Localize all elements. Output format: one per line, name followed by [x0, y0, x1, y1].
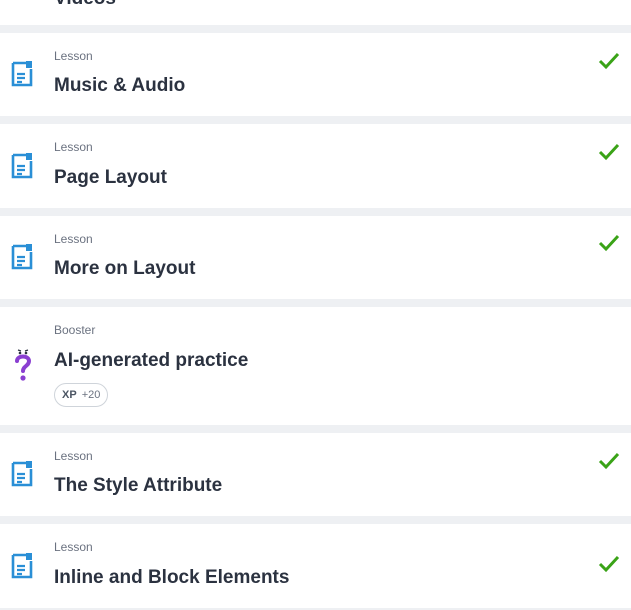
- checkmark-icon: [598, 555, 620, 573]
- lesson-title: More on Layout: [54, 258, 196, 279]
- lesson-card-page-layout[interactable]: Lesson Page Layout: [0, 124, 631, 208]
- item-kind-label: Lesson: [54, 232, 93, 246]
- checkmark-icon: [598, 452, 620, 470]
- checkmark-icon: [598, 143, 620, 161]
- item-kind-label: Lesson: [54, 449, 93, 463]
- lesson-document-icon: [11, 244, 33, 270]
- lesson-card-videos[interactable]: Videos: [0, 0, 631, 25]
- lesson-card-music-audio[interactable]: Lesson Music & Audio: [0, 33, 631, 116]
- lesson-document-icon: [11, 553, 33, 579]
- item-kind-label: Lesson: [54, 140, 93, 154]
- lesson-document-icon: [11, 153, 33, 179]
- lesson-card-style-attribute[interactable]: Lesson The Style Attribute: [0, 433, 631, 516]
- lesson-document-icon: [11, 61, 33, 87]
- lesson-document-icon: [11, 461, 33, 487]
- booster-question-icon: [15, 349, 32, 381]
- lesson-title: Videos: [54, 0, 116, 10]
- lesson-card-inline-block[interactable]: Lesson Inline and Block Elements: [0, 524, 631, 608]
- lesson-title: Music & Audio: [54, 75, 186, 96]
- booster-title: AI-generated practice: [54, 350, 249, 371]
- item-kind-label: Lesson: [54, 540, 93, 554]
- checkmark-icon: [598, 234, 620, 252]
- lesson-title: Inline and Block Elements: [54, 567, 290, 588]
- xp-label: XP: [62, 389, 77, 401]
- lesson-card-more-on-layout[interactable]: Lesson More on Layout: [0, 216, 631, 299]
- xp-badge: XP +20: [54, 383, 109, 407]
- booster-card-ai-practice[interactable]: Booster AI-generated practice XP +20: [0, 307, 631, 425]
- checkmark-icon: [598, 52, 620, 70]
- item-kind-label: Lesson: [54, 49, 93, 63]
- lesson-title: The Style Attribute: [54, 475, 223, 496]
- item-kind-label: Booster: [54, 323, 96, 337]
- lesson-title: Page Layout: [54, 167, 167, 188]
- xp-value: +20: [81, 389, 101, 401]
